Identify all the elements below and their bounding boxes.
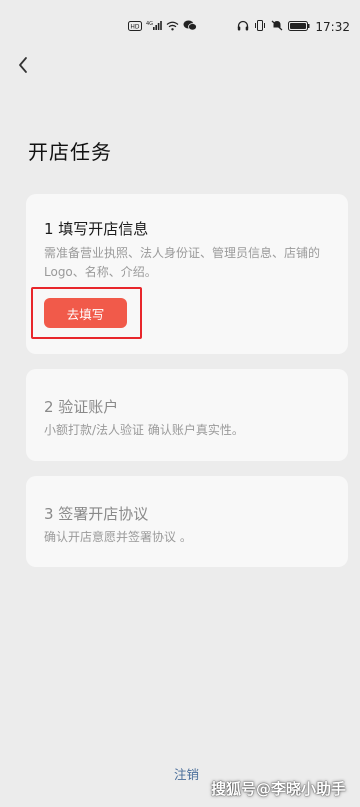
battery-icon: [288, 20, 310, 34]
task-title: 1 填写开店信息: [44, 220, 149, 238]
vibrate-icon: [254, 20, 266, 34]
status-right-icons: 17:32: [237, 20, 350, 34]
status-left-icons: HD 4G: [128, 20, 197, 34]
status-time: 17:32: [315, 20, 350, 34]
task-description: 需准备营业执照、法人身份证、管理员信息、店铺的Logo、名称、介绍。: [44, 246, 321, 279]
task-title: 3 签署开店协议: [44, 505, 149, 523]
wechat-icon: [183, 20, 197, 34]
task-card-3: 3 签署开店协议 确认开店意愿并签署协议 。: [26, 476, 348, 567]
hd-icon: HD: [128, 20, 142, 34]
mute-icon: [271, 20, 283, 34]
svg-text:HD: HD: [130, 23, 140, 30]
cancel-account-link[interactable]: 注销: [174, 764, 199, 783]
signal-icon: 4G: [146, 20, 162, 34]
status-bar: HD 4G 17:32: [0, 0, 360, 48]
network-type: 4G: [146, 21, 153, 27]
page-title: 开店任务: [28, 140, 112, 164]
highlight-annotation-box: [31, 287, 142, 339]
back-button[interactable]: [8, 50, 38, 80]
wifi-icon: [166, 21, 179, 34]
task-description: 确认开店意愿并签署协议 。: [44, 530, 192, 544]
chevron-left-icon: [19, 57, 27, 73]
task-card-2: 2 验证账户 小额打款/法人验证 确认账户真实性。: [26, 369, 348, 461]
watermark: 搜狐号@李晓小助手: [210, 780, 346, 798]
task-title: 2 验证账户: [44, 398, 119, 416]
task-description: 小额打款/法人验证 确认账户真实性。: [44, 423, 244, 437]
headphones-icon: [237, 20, 249, 34]
